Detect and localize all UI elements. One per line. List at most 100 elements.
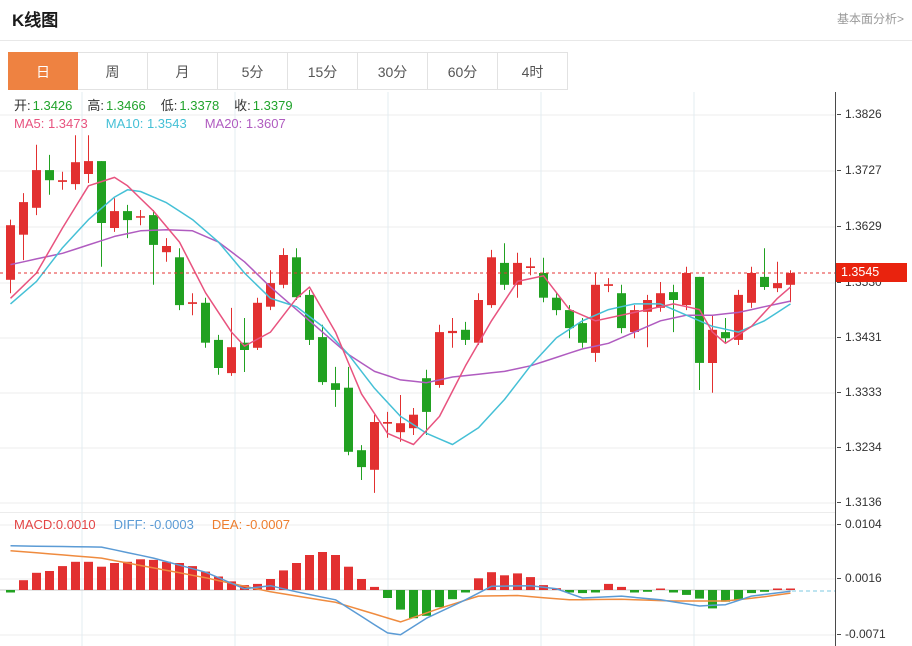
macd-bar[interactable] xyxy=(45,571,54,590)
macd-bar[interactable] xyxy=(149,560,158,590)
candle[interactable] xyxy=(604,284,613,286)
candle[interactable] xyxy=(370,422,379,470)
macd-bar[interactable] xyxy=(409,590,418,618)
macd-bar[interactable] xyxy=(175,563,184,590)
candle[interactable] xyxy=(19,202,28,235)
candle[interactable] xyxy=(110,211,119,228)
candle[interactable] xyxy=(344,388,353,452)
candle[interactable] xyxy=(682,273,691,305)
macd-bar[interactable] xyxy=(71,562,80,590)
macd-bar[interactable] xyxy=(266,579,275,590)
macd-bar[interactable] xyxy=(669,590,678,593)
candle[interactable] xyxy=(123,211,132,220)
macd-bar[interactable] xyxy=(682,590,691,595)
candle[interactable] xyxy=(175,257,184,305)
macd-bar[interactable] xyxy=(747,590,756,593)
macd-bar[interactable] xyxy=(617,587,626,590)
candle[interactable] xyxy=(396,423,405,432)
macd-bar[interactable] xyxy=(201,572,210,590)
macd-bar[interactable] xyxy=(773,589,782,591)
candle[interactable] xyxy=(84,161,93,174)
tab-week[interactable]: 周 xyxy=(78,52,148,90)
macd-bar[interactable] xyxy=(110,563,119,590)
macd-bar[interactable] xyxy=(383,590,392,598)
macd-bar[interactable] xyxy=(58,566,67,590)
candle[interactable] xyxy=(565,310,574,328)
fundamental-analysis-link[interactable]: 基本面分析> xyxy=(837,10,904,27)
candle[interactable] xyxy=(162,246,171,252)
candle[interactable] xyxy=(45,170,54,180)
macd-bar[interactable] xyxy=(357,579,366,590)
macd-bar[interactable] xyxy=(656,589,665,591)
candle[interactable] xyxy=(786,273,795,285)
macd-bar[interactable] xyxy=(695,590,704,599)
candle[interactable] xyxy=(318,337,327,382)
candle[interactable] xyxy=(227,347,236,373)
candle[interactable] xyxy=(760,277,769,287)
candle[interactable] xyxy=(552,298,561,310)
macd-bar[interactable] xyxy=(136,559,145,590)
macd-bar[interactable] xyxy=(344,567,353,590)
macd-bar[interactable] xyxy=(604,584,613,590)
candle[interactable] xyxy=(292,257,301,297)
candle[interactable] xyxy=(448,331,457,333)
candle[interactable] xyxy=(474,300,483,343)
tab-15min[interactable]: 15分 xyxy=(288,52,358,90)
macd-chart-canvas[interactable] xyxy=(0,513,835,646)
candle[interactable] xyxy=(578,323,587,343)
macd-bar[interactable] xyxy=(435,590,444,607)
candle[interactable] xyxy=(487,257,496,305)
candle[interactable] xyxy=(32,170,41,208)
macd-bar[interactable] xyxy=(448,590,457,599)
macd-bar[interactable] xyxy=(786,589,795,591)
tab-5min[interactable]: 5分 xyxy=(218,52,288,90)
macd-bar[interactable] xyxy=(318,552,327,590)
macd-bar[interactable] xyxy=(19,580,28,590)
tab-4hour[interactable]: 4时 xyxy=(498,52,568,90)
macd-bar[interactable] xyxy=(84,562,93,590)
macd-bar[interactable] xyxy=(32,573,41,590)
candle[interactable] xyxy=(279,255,288,285)
macd-bar[interactable] xyxy=(760,590,769,592)
candle[interactable] xyxy=(435,332,444,385)
macd-bar[interactable] xyxy=(292,563,301,590)
macd-bar[interactable] xyxy=(500,575,509,590)
macd-bar[interactable] xyxy=(513,573,522,590)
macd-bar[interactable] xyxy=(461,590,470,593)
macd-bar[interactable] xyxy=(162,562,171,590)
candle[interactable] xyxy=(526,266,535,268)
macd-bar[interactable] xyxy=(279,570,288,590)
candle[interactable] xyxy=(500,263,509,285)
candle[interactable] xyxy=(383,422,392,424)
candle[interactable] xyxy=(201,303,210,343)
candle[interactable] xyxy=(6,225,15,280)
candle[interactable] xyxy=(747,273,756,303)
tab-60min[interactable]: 60分 xyxy=(428,52,498,90)
tab-day[interactable]: 日 xyxy=(8,52,78,90)
candle[interactable] xyxy=(331,383,340,390)
candle[interactable] xyxy=(461,330,470,340)
macd-bar[interactable] xyxy=(578,590,587,593)
candle[interactable] xyxy=(669,292,678,300)
macd-bar[interactable] xyxy=(591,590,600,593)
candle[interactable] xyxy=(617,293,626,328)
macd-bar[interactable] xyxy=(396,590,405,610)
candle[interactable] xyxy=(188,302,197,304)
macd-bar[interactable] xyxy=(734,590,743,600)
macd-bar[interactable] xyxy=(526,577,535,590)
candle[interactable] xyxy=(71,162,80,184)
macd-bar[interactable] xyxy=(643,590,652,592)
macd-bar[interactable] xyxy=(97,567,106,590)
candlestick-chart-canvas[interactable] xyxy=(0,92,835,512)
macd-bar[interactable] xyxy=(123,562,132,590)
macd-bar[interactable] xyxy=(6,590,15,593)
candle[interactable] xyxy=(773,283,782,288)
candle[interactable] xyxy=(357,450,366,467)
candle[interactable] xyxy=(58,180,67,182)
candle[interactable] xyxy=(214,340,223,368)
macd-bar[interactable] xyxy=(630,590,639,593)
macd-bar[interactable] xyxy=(331,555,340,590)
macd-bar[interactable] xyxy=(474,578,483,590)
tab-30min[interactable]: 30分 xyxy=(358,52,428,90)
candle[interactable] xyxy=(136,216,145,218)
